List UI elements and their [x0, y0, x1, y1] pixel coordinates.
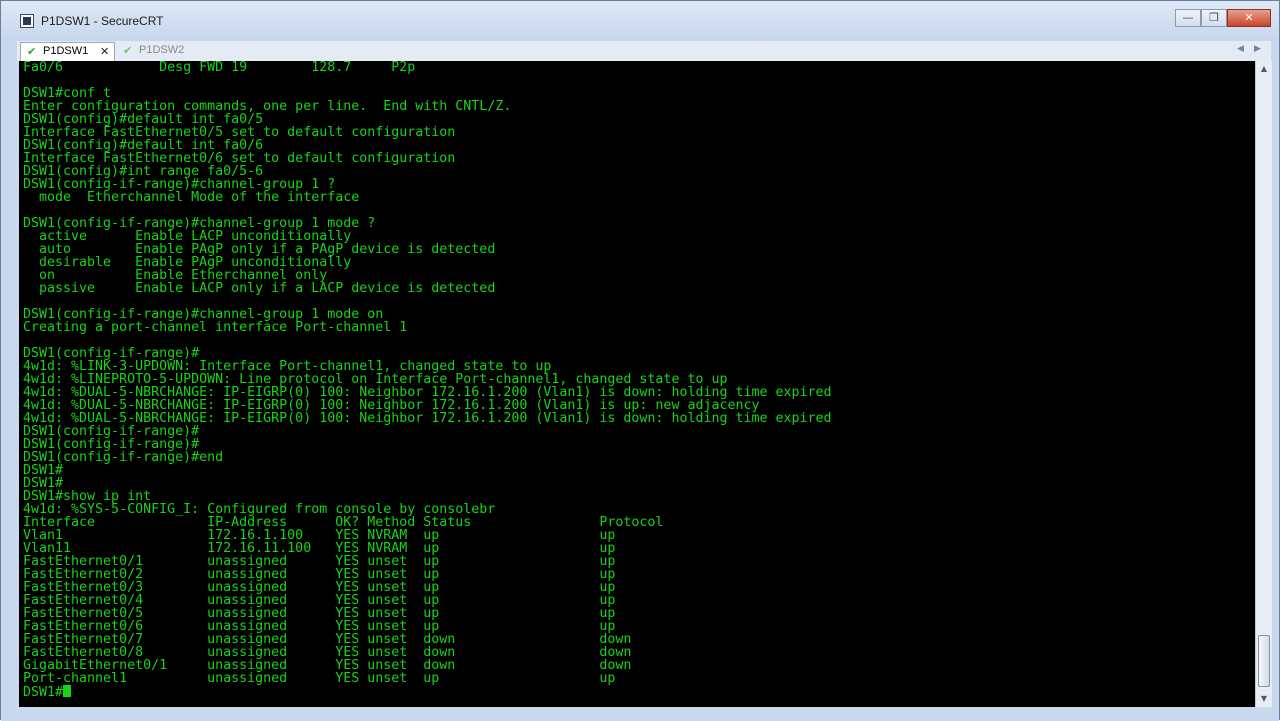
- terminal-area[interactable]: Fa0/6 Desg FWD 19 128.7 P2p DSW1#conf t …: [19, 61, 1255, 707]
- securecrt-app-icon[interactable]: [20, 14, 34, 28]
- tab-close-icon[interactable]: ✕: [100, 43, 109, 60]
- scroll-up-icon[interactable]: ▲: [1256, 61, 1272, 77]
- terminal-line: Creating a port-channel interface Port-c…: [23, 320, 408, 335]
- vertical-scrollbar[interactable]: ▲ ▼: [1255, 61, 1272, 707]
- tab-scroll-right-icon[interactable]: ▶: [1254, 44, 1261, 54]
- terminal-line: Port-channel1 unassigned YES unset up up: [23, 671, 616, 686]
- window-controls: — ❐ ✕: [1175, 9, 1271, 27]
- tab-label: P1DSW1: [43, 45, 89, 57]
- securecrt-window: P1DSW1 - SecureCRT — ❐ ✕ ✔ P1DSW1 ✕ ✔ P1…: [0, 0, 1280, 721]
- window-title: P1DSW1 - SecureCRT: [41, 14, 164, 28]
- tab-label: P1DSW2: [139, 44, 185, 56]
- terminal-line: mode Etherchannel Mode of the interface: [39, 190, 360, 205]
- scroll-thumb[interactable]: [1258, 635, 1270, 687]
- terminal-line: passive Enable LACP only if a LACP devic…: [39, 281, 496, 296]
- title-bar[interactable]: P1DSW1 - SecureCRT — ❐ ✕: [1, 1, 1279, 41]
- terminal-output: Fa0/6 Desg FWD 19 128.7 P2p DSW1#conf t …: [23, 61, 832, 699]
- tab-p1dsw1[interactable]: ✔ P1DSW1 ✕: [20, 42, 115, 61]
- text-cursor: [63, 685, 72, 697]
- terminal-line: Fa0/6 Desg FWD 19 128.7 P2p: [23, 61, 416, 75]
- check-icon: ✔: [123, 44, 133, 57]
- minimize-button[interactable]: —: [1175, 9, 1201, 27]
- tab-scroll-left-icon[interactable]: ◀: [1237, 44, 1244, 54]
- terminal-prompt: DSW1#: [23, 685, 64, 700]
- restore-button[interactable]: ❐: [1201, 9, 1227, 27]
- scroll-down-icon[interactable]: ▼: [1256, 691, 1272, 707]
- terminal-lines: Fa0/6 Desg FWD 19 128.7 P2p DSW1#conf t …: [23, 61, 832, 686]
- session-tab-bar: ✔ P1DSW1 ✕ ✔ P1DSW2 ◀ ▶: [17, 41, 1271, 61]
- close-window-button[interactable]: ✕: [1227, 9, 1271, 27]
- tab-p1dsw2[interactable]: ✔ P1DSW2: [117, 42, 197, 61]
- check-icon: ✔: [27, 45, 37, 58]
- status-bar: [1, 707, 1279, 721]
